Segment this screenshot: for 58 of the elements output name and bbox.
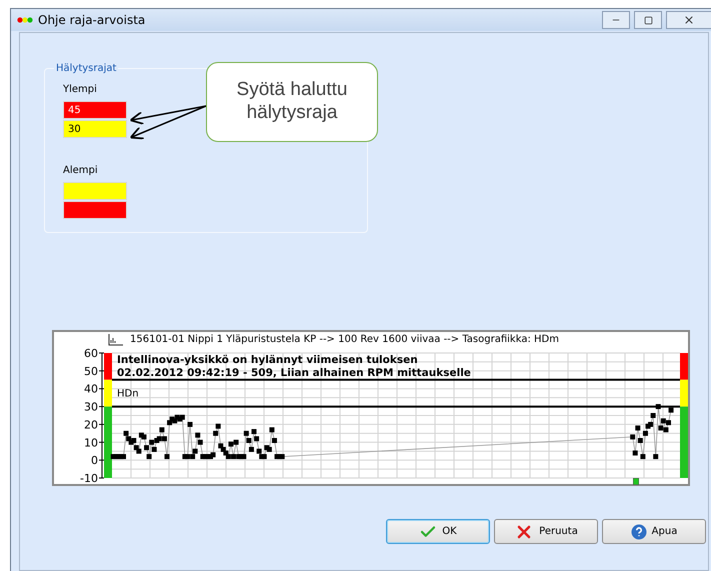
axis-tick-label: -10 — [80, 472, 98, 484]
data-point — [195, 432, 200, 438]
message-text: 02.02.2012 09:42:19 - 509, Liian alhainen RPM mittaukselle — [117, 366, 471, 379]
limit-field[interactable]: 45 — [63, 101, 127, 119]
chart-title: 156101-01 Nippi 1 Yläpuristustela KP --> 100 Rev 1600 viivaa --> Tasografiikka: HDm — [130, 334, 559, 346]
data-point — [159, 427, 164, 432]
axis-tick-label: 30 — [84, 400, 98, 414]
data-point — [213, 430, 218, 436]
ok-button[interactable]: OK — [386, 519, 490, 544]
close-button[interactable] — [666, 11, 711, 29]
data-point — [635, 425, 640, 430]
series-label: HDn — [117, 388, 139, 400]
axis-tick-label: 20 — [84, 418, 98, 432]
data-point — [246, 438, 252, 443]
callout: Syötä haluttu hälytysraja — [206, 62, 378, 142]
limit-field[interactable]: 30 — [63, 120, 127, 138]
data-point — [216, 424, 221, 429]
data-point — [638, 438, 643, 443]
group-title: Hälytysrajat — [55, 63, 118, 74]
data-point — [668, 408, 674, 413]
data-point — [656, 404, 661, 409]
message-text: Intellinova-yksikkö on hylännyt viimeisen tuloksen — [117, 354, 418, 366]
data-point — [650, 412, 656, 418]
field-label: Ylempi — [63, 84, 97, 95]
close-icon — [683, 14, 695, 26]
data-point — [632, 450, 638, 456]
data-point — [188, 422, 193, 427]
limit-field[interactable] — [63, 201, 127, 219]
chart-icon — [108, 334, 124, 346]
data-point — [198, 440, 203, 445]
maximize-button[interactable] — [634, 11, 662, 29]
data-point — [640, 454, 646, 459]
data-point — [252, 428, 256, 434]
data-point — [653, 454, 658, 459]
field-label: Alempi — [63, 165, 98, 176]
data-point — [269, 427, 274, 432]
limit-field[interactable] — [63, 182, 127, 200]
data-point — [248, 446, 254, 452]
status-marker — [633, 478, 639, 485]
maximize-icon — [644, 16, 652, 24]
axis-tick-label: 10 — [84, 436, 98, 450]
app-icon — [17, 16, 33, 24]
data-point — [254, 436, 260, 442]
data-point — [272, 438, 277, 443]
help-icon — [630, 524, 647, 540]
axis-tick-label: 60 — [84, 346, 98, 360]
axis-tick-label: 40 — [84, 382, 98, 396]
data-point — [630, 434, 636, 440]
data-point — [152, 446, 157, 452]
axis-tick-label: 0 — [91, 454, 98, 468]
axis-tick-label: 50 — [84, 364, 98, 378]
data-point — [642, 430, 648, 436]
window-title: Ohje raja-arvoista — [38, 13, 146, 27]
data-point — [164, 454, 170, 459]
data-point — [146, 454, 152, 459]
cancel-button[interactable]: Peruuta — [494, 519, 598, 544]
help-button[interactable]: Apua — [602, 519, 706, 544]
data-point — [244, 430, 249, 436]
